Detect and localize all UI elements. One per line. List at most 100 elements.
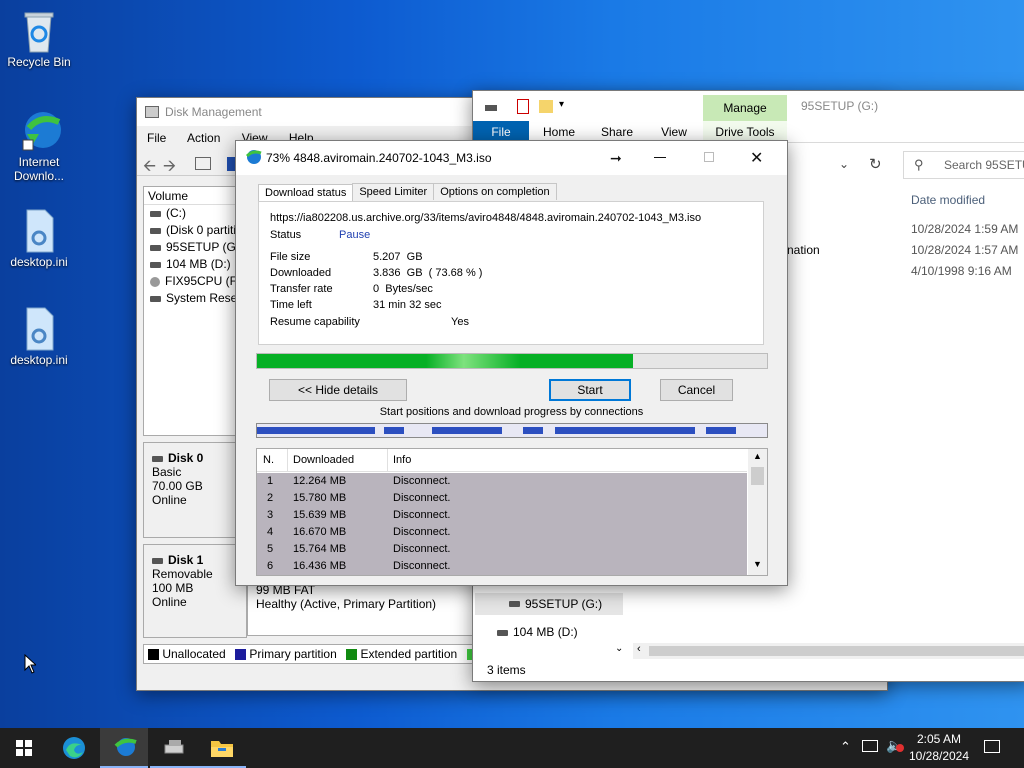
table-row[interactable]: 2 15.780 MB Disconnect.: [257, 490, 747, 507]
clock-time: 2:05 AM: [916, 732, 962, 746]
minimize-icon[interactable]: [654, 157, 666, 158]
drive-icon[interactable]: [485, 105, 497, 111]
dm-menu-file[interactable]: File: [147, 131, 166, 145]
dm-title: Disk Management: [165, 105, 262, 119]
search-box[interactable]: ⚲ Search 95SETUP: [903, 151, 1024, 179]
label-resume: Resume capability: [270, 316, 360, 328]
desktop-icon-desktop-ini-2[interactable]: desktop.ini: [1, 306, 77, 367]
desktop-icon-label: Recycle Bin: [7, 55, 71, 69]
download-progress-bar: [256, 353, 768, 369]
disk-icon: [152, 557, 163, 564]
value-file-size: 5.207 GB: [373, 251, 423, 263]
clock[interactable]: 2:05 AM 10/28/2024: [904, 731, 974, 765]
file-date: 10/28/2024 1:57 AM: [911, 243, 1019, 257]
taskbar-disk-management[interactable]: [150, 728, 198, 768]
volume-row[interactable]: (C:): [144, 205, 242, 222]
volume-row[interactable]: 104 MB (D:): [144, 256, 242, 273]
nav-item-95setup[interactable]: 95SETUP (G:): [475, 593, 623, 615]
manage-context-tab[interactable]: Manage: [703, 95, 787, 121]
column-date-modified[interactable]: Date modified: [911, 193, 985, 207]
col-n[interactable]: N.: [263, 449, 274, 472]
volume-muted-icon[interactable]: 🔈: [886, 737, 904, 754]
value-transfer-rate: 0 Bytes/sec: [373, 283, 433, 295]
taskbar-file-explorer[interactable]: [198, 728, 246, 768]
scroll-down-icon[interactable]: ▼: [753, 559, 762, 569]
taskbar-edge[interactable]: [50, 728, 98, 768]
start-button[interactable]: [0, 728, 48, 768]
hide-details-button[interactable]: << Hide details: [269, 379, 407, 401]
back-arrow-icon[interactable]: 🡨: [143, 155, 156, 182]
tab-options-on-completion[interactable]: Options on completion: [433, 183, 557, 200]
taskbar-idm[interactable]: [100, 728, 148, 768]
usb-drive-icon: [497, 629, 508, 636]
chevron-down-icon[interactable]: ⌄: [839, 157, 849, 171]
chevron-up-icon[interactable]: ⌃: [840, 739, 851, 755]
desktop-icon-idm[interactable]: Internet Downlo...: [1, 108, 77, 183]
disk1-size: 100 MB: [152, 581, 194, 595]
minimize-to-tray-icon[interactable]: ➞: [610, 150, 622, 167]
tab-download-status[interactable]: Download status: [258, 184, 354, 201]
properties-icon[interactable]: [195, 157, 211, 170]
table-row[interactable]: 6 16.436 MB Disconnect.: [257, 558, 747, 575]
disk0-size: 70.00 GB: [152, 479, 203, 493]
table-scrollbar[interactable]: ▲ ▼: [748, 449, 767, 575]
disk1-name: Disk 1: [168, 553, 204, 567]
scroll-up-icon[interactable]: ▲: [753, 451, 762, 461]
desktop-icon-recycle-bin[interactable]: Recycle Bin: [1, 8, 77, 69]
dm-column-volume[interactable]: Volume: [144, 187, 242, 205]
scroll-thumb[interactable]: [751, 467, 764, 485]
tab-speed-limiter[interactable]: Speed Limiter: [352, 183, 435, 200]
new-folder-icon[interactable]: [539, 100, 553, 113]
explorer-title: 95SETUP (G:): [801, 99, 879, 113]
value-status: Pause: [339, 229, 371, 241]
cancel-button[interactable]: Cancel: [660, 379, 733, 401]
value-time-left: 31 min 32 sec: [373, 299, 442, 311]
volume-row[interactable]: 95SETUP (G:): [144, 239, 242, 256]
scroll-left-icon[interactable]: ‹: [637, 643, 641, 655]
chevron-down-icon[interactable]: ▾: [559, 99, 564, 110]
dm-menu-action[interactable]: Action: [187, 131, 220, 145]
volume-row[interactable]: System Reserv: [144, 290, 242, 307]
forward-arrow-icon[interactable]: 🡪: [163, 155, 176, 182]
volume-row[interactable]: (Disk 0 partitio: [144, 222, 242, 239]
status-bar: 3 items: [487, 663, 526, 677]
idm-titlebar[interactable]: 73% 4848.aviromain.240702-1043_M3.iso ➞ …: [236, 141, 787, 175]
properties-check-icon[interactable]: [517, 99, 529, 114]
start-button[interactable]: Start: [549, 379, 631, 401]
network-icon[interactable]: [862, 740, 878, 752]
desktop-icon-desktop-ini-1[interactable]: desktop.ini: [1, 208, 77, 269]
settings-file-icon: [19, 306, 59, 351]
drive-icon: [150, 244, 161, 251]
disk-icon: [152, 455, 163, 462]
search-placeholder: Search 95SETUP: [944, 158, 1024, 172]
refresh-icon[interactable]: ↻: [869, 155, 882, 173]
table-row[interactable]: 4 16.670 MB Disconnect.: [257, 524, 747, 541]
dm-volume-list: Volume (C:) (Disk 0 partitio 95SETUP (G:…: [143, 186, 243, 436]
volume-row[interactable]: FIX95CPU (F:): [144, 273, 242, 290]
col-info[interactable]: Info: [393, 449, 411, 472]
disk0-type: Basic: [152, 465, 182, 479]
table-row[interactable]: 5 15.764 MB Disconnect.: [257, 541, 747, 558]
partial-item-name: nation: [787, 243, 820, 257]
maximize-icon: [704, 152, 714, 162]
col-downloaded[interactable]: Downloaded: [293, 449, 354, 472]
disk1-card[interactable]: Disk 1 Removable 100 MB Online: [143, 544, 247, 638]
internet-download-manager-icon: [19, 108, 61, 152]
legend-swatch-unallocated: [148, 649, 159, 661]
nav-scroll-down-icon[interactable]: ⌄: [615, 643, 623, 654]
connections-progress-bar: [256, 423, 768, 438]
notifications-icon[interactable]: [984, 740, 1000, 753]
horizontal-scrollbar[interactable]: ‹: [633, 643, 1024, 659]
drive-icon: [150, 227, 161, 234]
connections-label: Start positions and download progress by…: [379, 406, 644, 418]
disk1-status: Online: [152, 595, 187, 609]
label-transfer-rate: Transfer rate: [270, 283, 333, 295]
value-downloaded: 3.836 GB ( 73.68 % ): [373, 267, 483, 279]
table-row[interactable]: 1 12.264 MB Disconnect.: [257, 473, 747, 490]
disk0-card[interactable]: Disk 0 Basic 70.00 GB Online: [143, 442, 247, 538]
file-date: 10/28/2024 1:59 AM: [911, 222, 1019, 236]
close-icon[interactable]: ✕: [750, 148, 763, 168]
cd-drive-icon: [150, 276, 160, 287]
table-row[interactable]: 3 15.639 MB Disconnect.: [257, 507, 747, 524]
nav-item-104mb[interactable]: 104 MB (D:): [497, 625, 578, 645]
